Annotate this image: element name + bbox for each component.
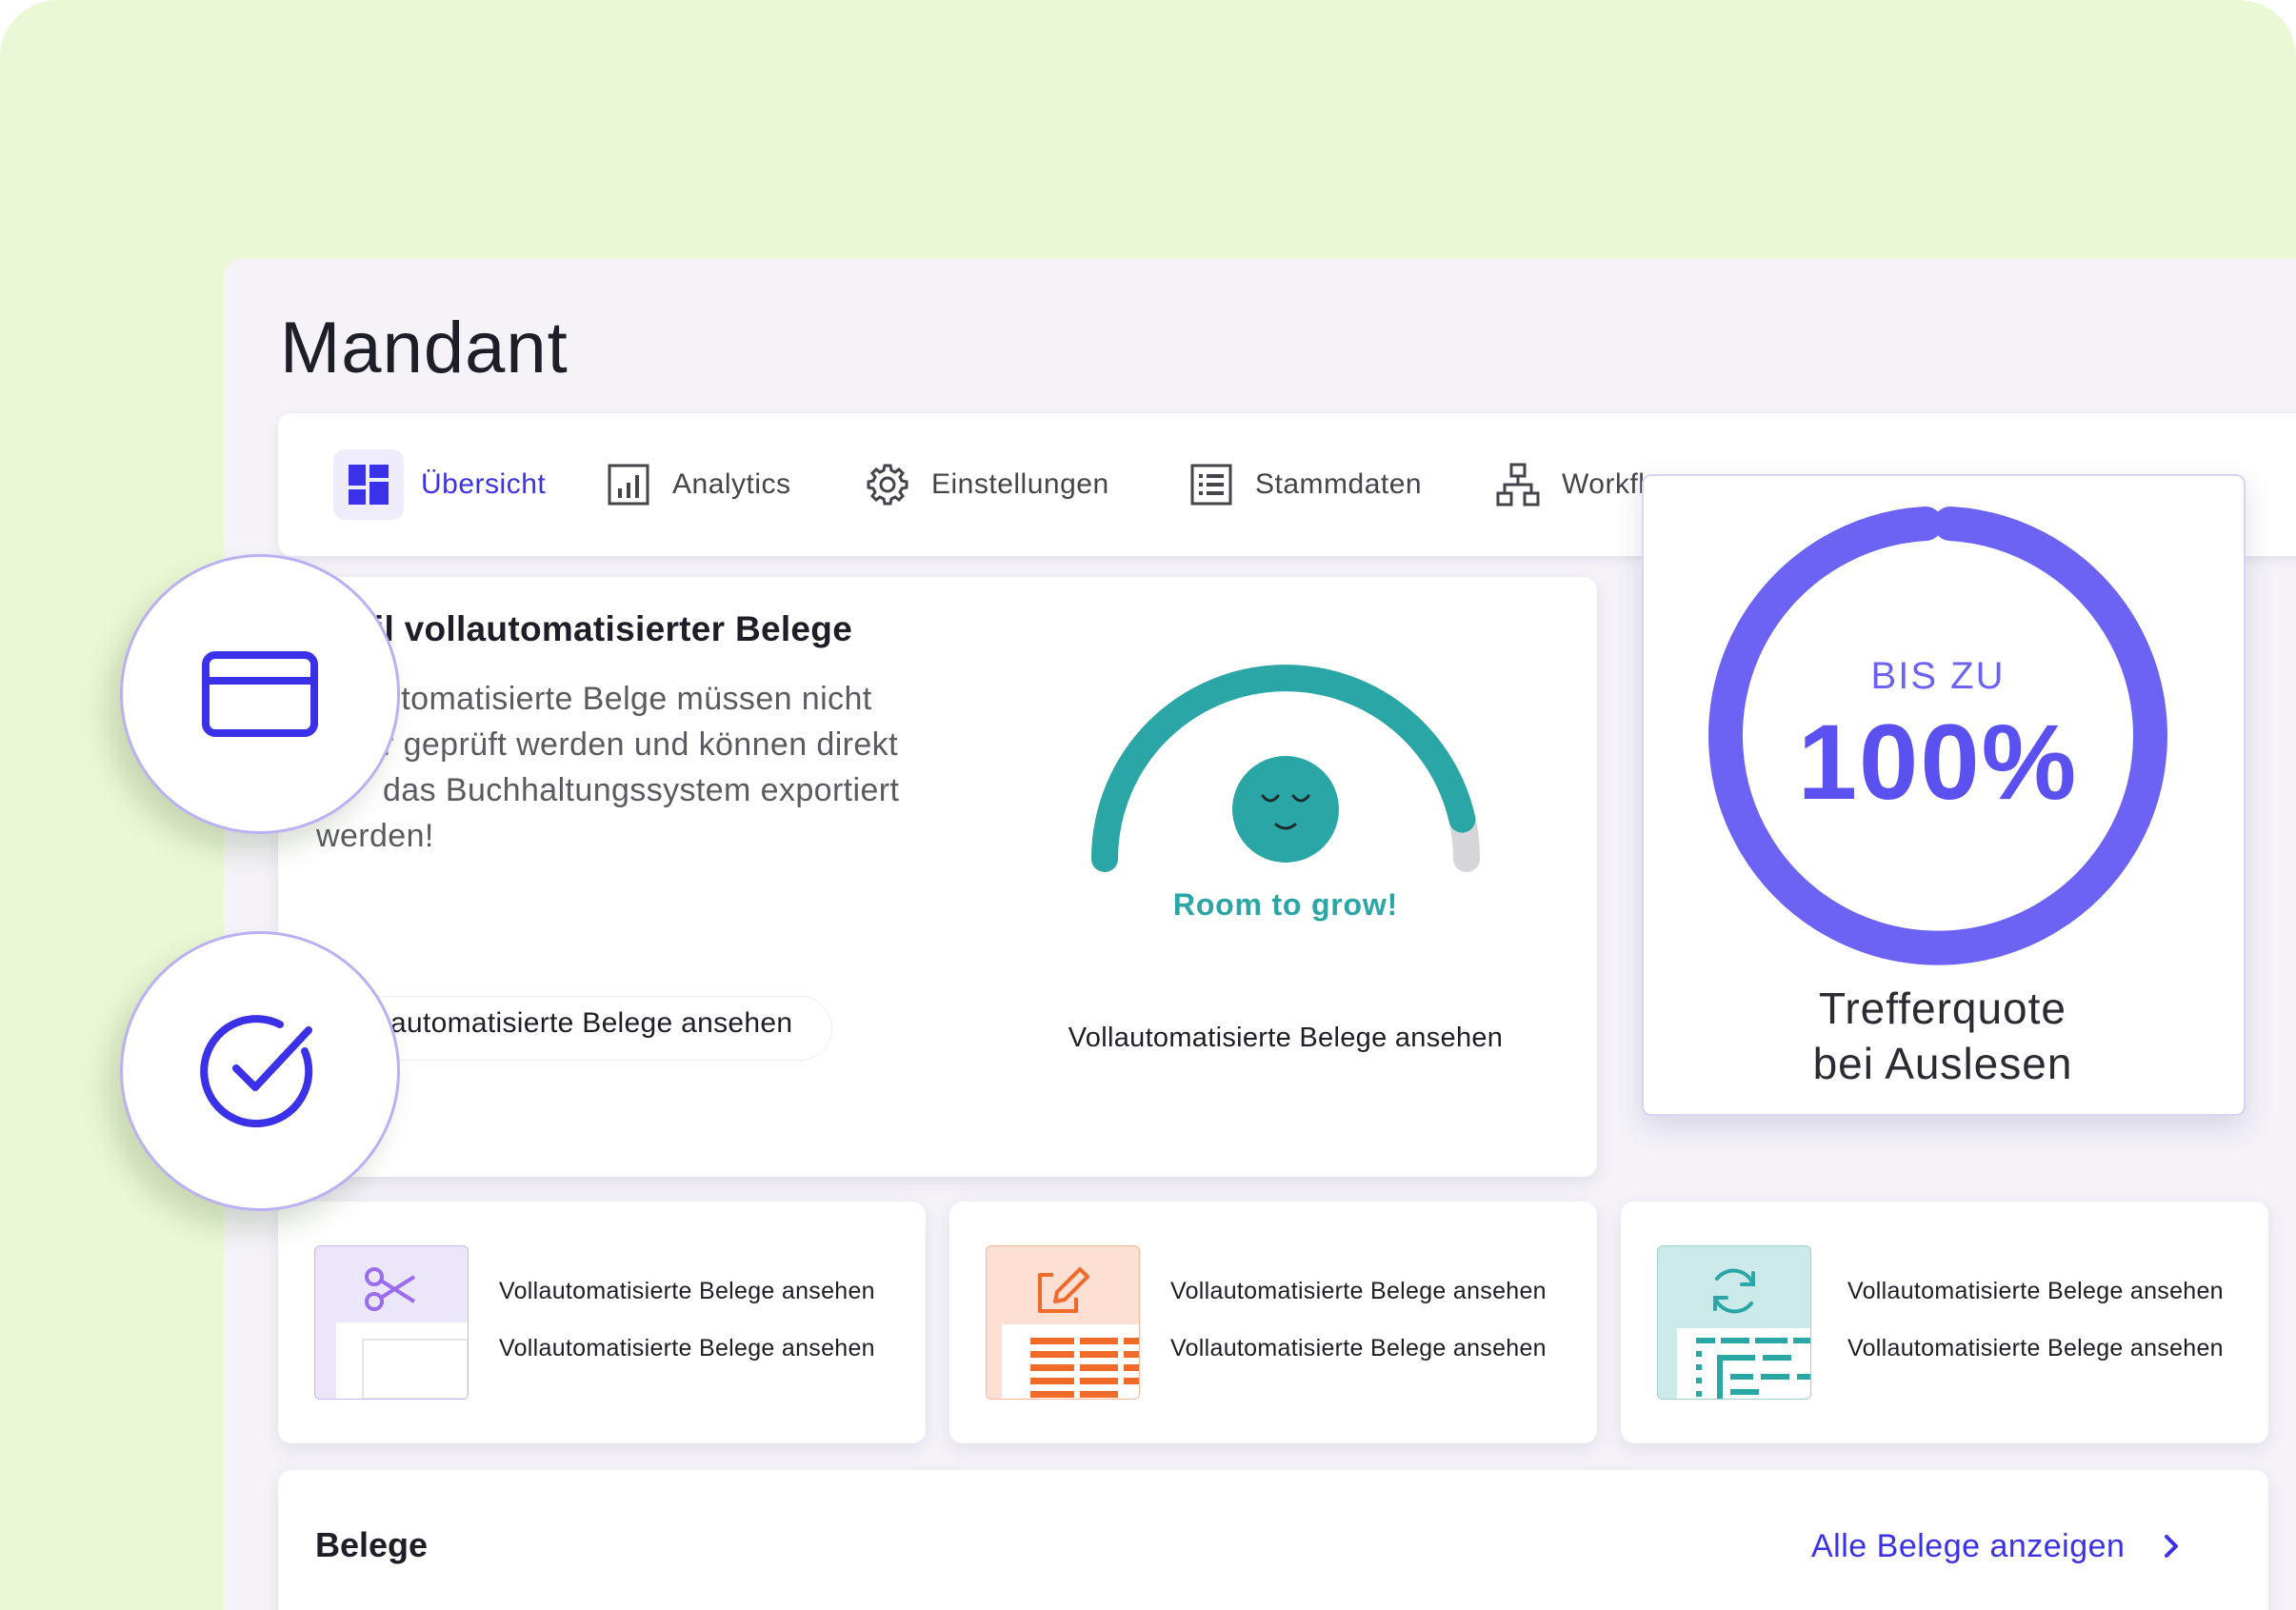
gauge-caption: Room to grow! <box>1172 887 1399 922</box>
hit-rate-caption: Trefferquote bei Auslesen <box>1812 984 2073 1088</box>
tab-label: Stammdaten <box>1255 468 1423 500</box>
card-link[interactable]: Vollautomatisierte Belege ansehen <box>499 1278 875 1305</box>
dashboard-icon <box>333 449 404 520</box>
page-title: Mandant <box>280 308 569 388</box>
tab-label: Analytics <box>672 468 791 500</box>
documents-title: Belege <box>315 1525 429 1564</box>
credit-card-badge <box>120 554 400 834</box>
feature-card-split[interactable]: Vollautomatisierte Belege ansehen Vollau… <box>278 1202 926 1443</box>
gauge-chart <box>1091 665 1480 872</box>
card-link[interactable]: Vollautomatisierte Belege ansehen <box>1170 1335 1547 1362</box>
card-title: eil vollautomatisierter Belege <box>354 609 853 648</box>
chevron-right-icon <box>2165 1535 2179 1558</box>
tab-analytics[interactable]: Analytics <box>602 449 791 520</box>
gauge-link[interactable]: Vollautomatisierte Belege ansehen <box>1019 1023 1552 1054</box>
view-all-documents-link[interactable]: Alle Belege anzeigen <box>1811 1527 2191 1565</box>
card-link[interactable]: Vollautomatisierte Belege ansehen <box>1847 1278 2224 1305</box>
tab-label: Einstellungen <box>931 468 1109 500</box>
card-link[interactable]: Vollautomatisierte Belege ansehen <box>499 1335 875 1362</box>
hit-rate-value: 100% <box>1797 703 2079 822</box>
tab-stammdaten[interactable]: Stammdaten <box>1185 449 1422 520</box>
bar-chart-icon <box>602 458 655 511</box>
thumbnail <box>314 1245 469 1400</box>
card-link[interactable]: Vollautomatisierte Belege ansehen <box>1847 1335 2224 1362</box>
workflow-icon <box>1491 458 1545 511</box>
tab-label: Workfl <box>1562 468 1646 500</box>
credit-card-icon <box>202 651 318 737</box>
thumbnail <box>1657 1245 1811 1400</box>
list-icon <box>1185 458 1238 511</box>
tab-einstellungen[interactable]: Einstellungen <box>861 449 1109 520</box>
sleeping-face-icon <box>1232 756 1339 863</box>
feature-card-sync[interactable]: Vollautomatisierte Belege ansehen Vollau… <box>1621 1202 2268 1443</box>
edit-icon <box>1038 1267 1089 1313</box>
scissors-icon <box>365 1267 416 1311</box>
card-description: utomatisierte Belge müssen nicht r geprü… <box>316 681 900 854</box>
sync-icon <box>1713 1268 1755 1314</box>
checkmark-badge <box>120 931 400 1211</box>
view-documents-label: automatisierte Belege ansehen <box>390 1007 793 1039</box>
tab-uebersicht[interactable]: Übersicht <box>333 449 546 520</box>
feature-card-edit[interactable]: Vollautomatisierte Belege ansehen Vollau… <box>949 1202 1597 1443</box>
view-all-label: Alle Belege anzeigen <box>1811 1527 2126 1564</box>
gear-icon <box>861 458 914 511</box>
hit-rate-upper-label: BIS ZU <box>1870 655 2006 697</box>
card-link[interactable]: Vollautomatisierte Belege ansehen <box>1170 1278 1547 1305</box>
checkmark-circle-icon <box>200 1015 313 1128</box>
tab-workflow[interactable]: Workfl <box>1491 449 1645 520</box>
thumbnail <box>986 1245 1140 1400</box>
tab-label: Übersicht <box>421 468 547 500</box>
